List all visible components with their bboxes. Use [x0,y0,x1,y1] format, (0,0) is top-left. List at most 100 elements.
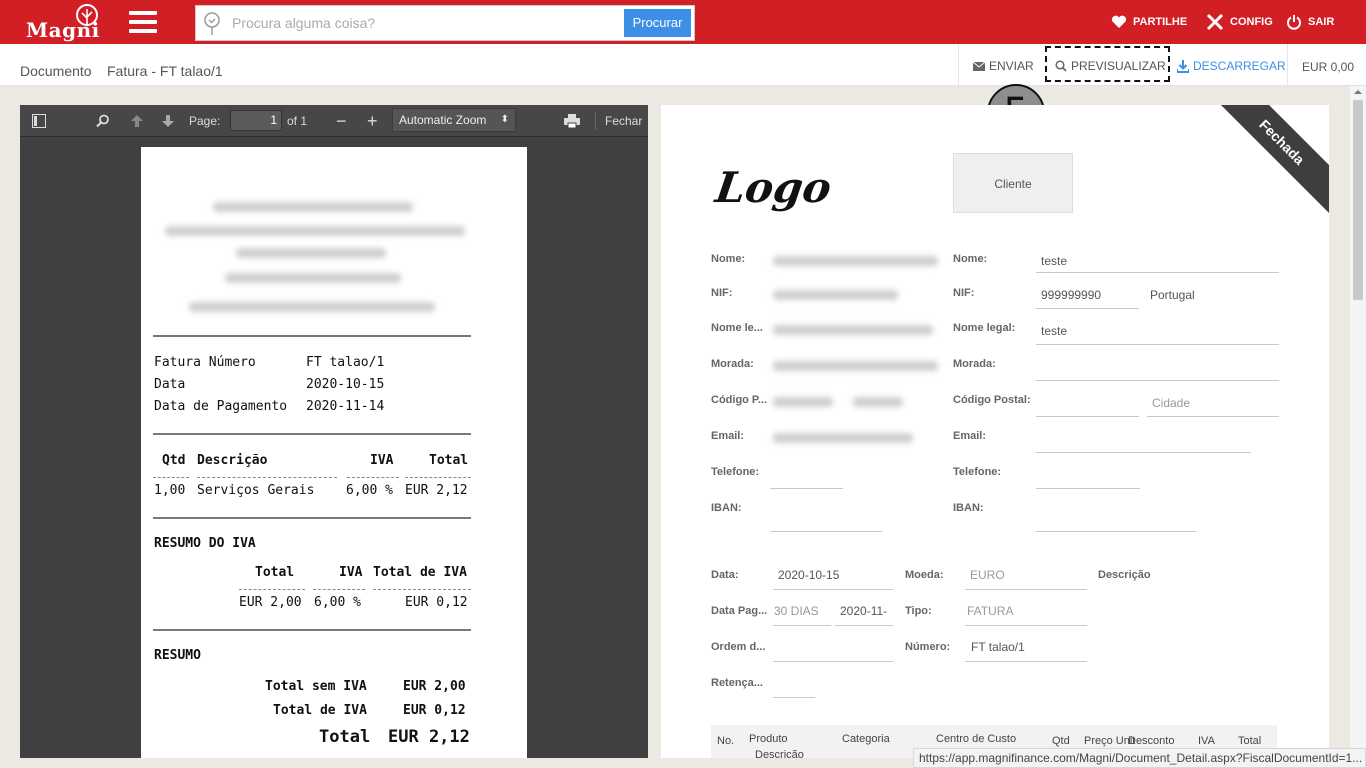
doc-number-label: Número: [905,641,951,653]
client-email-field[interactable] [1036,452,1251,453]
menu-icon[interactable] [129,11,157,33]
client-legal-name-value[interactable]: teste [1041,324,1067,338]
client-postal-field[interactable] [1036,416,1139,417]
client-name-value[interactable]: teste [1041,254,1067,268]
emitter-email-label: Email: [711,430,745,442]
zoom-select[interactable]: Automatic Zoom ⬍ [392,108,516,132]
breadcrumb-root[interactable]: Documento [20,63,92,79]
emitter-phone-label: Telefone: [711,466,760,478]
scroll-up-icon[interactable] [1350,86,1366,98]
receipt-vs-total-vat: Total de IVA [373,565,467,580]
share-link[interactable]: PARTILHE [1111,0,1187,44]
emitter-iban-field[interactable] [770,531,882,532]
receipt-invoice-value: FT talao/1 [306,355,385,370]
emitter-postal-label: Código P... [711,394,768,406]
receipt-payment-label: Data de Pagamento [154,399,288,414]
doc-pay-terms-value[interactable]: 30 DIAS [774,604,819,618]
sidebar-toggle-icon[interactable] [32,105,46,137]
doc-pay-date-label: Data Pag... [711,605,768,617]
receipt-date-label: Data [154,377,186,392]
client-email-label: Email: [953,430,987,442]
config-link[interactable]: CONFIG [1206,0,1273,44]
receipt-total-label: Total [319,727,371,747]
client-iban-field[interactable] [1036,531,1196,532]
th-category: Categoria [842,733,890,745]
client-address-field[interactable] [1036,380,1279,381]
receipt-invoice-label: Fatura Número [154,355,256,370]
receipt-line-total: EUR 2,12 [405,483,468,498]
receipt-total-value: EUR 2,12 [388,727,470,747]
client-nif-value[interactable]: 999999990 [1041,288,1101,302]
exit-label: SAIR [1308,16,1335,28]
power-icon [1287,15,1301,30]
select-arrows-icon: ⬍ [500,114,509,125]
client-postal-label: Código Postal: [953,394,1031,406]
receipt-vs-total-val: EUR 2,00 [239,595,302,610]
share-label: PARTILHE [1133,16,1188,28]
pdf-toolbar: Page: 1 of 1 − + Automatic Zoom ⬍ Fechar [20,105,648,137]
receipt-col-qty: Qtd [162,453,186,468]
next-page-icon[interactable] [161,105,175,137]
th-total: Total [1238,735,1262,747]
receipt-vs-total: Total [255,565,295,580]
scrollbar-thumb[interactable] [1353,100,1363,300]
receipt-vs-vat-val: 6,00 % [314,595,361,610]
doc-date-label: Data: [711,569,739,581]
receipt-payment-value: 2020-11-14 [306,399,385,414]
document-form: Fechada Logo Cliente Nome: NIF: Nome le.… [661,105,1329,758]
emitter-phone-field[interactable] [770,488,843,489]
emitter-address-label: Morada: [711,358,754,370]
company-logo: Logo [712,163,835,212]
exit-link[interactable]: SAIR [1286,0,1334,44]
client-logo-box[interactable]: Cliente [953,153,1073,213]
search-button[interactable]: Procurar [624,9,691,37]
th-vat: IVA [1198,735,1215,747]
zoom-value: Automatic Zoom [399,113,487,127]
doc-number-value[interactable]: FT talao/1 [971,640,1025,654]
receipt-vs-total-vat-val: EUR 0,12 [405,595,468,610]
client-city-field[interactable]: Cidade [1152,396,1190,410]
th-qty: Qtd [1052,735,1070,747]
previous-page-icon[interactable] [130,105,144,137]
doc-pay-date-value[interactable]: 2020-11- [840,604,887,618]
client-phone-label: Telefone: [953,466,1002,478]
receipt-no-vat-label: Total sem IVA [265,679,367,694]
zoom-in-icon[interactable]: + [367,105,378,137]
find-icon[interactable] [96,105,110,137]
th-description: Descrição [755,749,804,758]
tree-icon [76,4,98,26]
receipt-date-value: 2020-10-15 [306,377,385,392]
page-number-input[interactable]: 1 [230,110,282,131]
search-bar: Procurar [195,5,695,41]
page-scrollbar[interactable] [1350,86,1366,768]
breadcrumb-current: Fatura - FT talao/1 [107,63,223,79]
search-input[interactable] [232,10,612,36]
doc-order-field[interactable] [773,661,893,662]
receipt-line-vat: 6,00 % [346,483,393,498]
doc-type-value[interactable]: FATURA [967,604,1013,618]
receipt-no-vat-value: EUR 2,00 [403,679,466,694]
th-discount: Desconto [1128,735,1175,747]
zoom-out-icon[interactable]: − [336,105,347,137]
print-icon[interactable] [564,105,580,137]
download-button[interactable]: DESCARREGAR [1177,47,1286,85]
tools-icon [1206,13,1224,31]
doc-date-value[interactable]: 2020-10-15 [778,568,839,582]
doc-retention-field[interactable] [773,697,815,698]
doc-type-label: Tipo: [905,605,932,617]
close-pdf-button[interactable]: Fechar [605,105,642,137]
client-country-value[interactable]: Portugal [1150,288,1195,302]
doc-order-label: Ordem d... [711,641,766,653]
client-address-label: Morada: [953,358,996,370]
magni-logo[interactable]: Magni [24,4,100,42]
receipt-col-vat: IVA [370,453,394,468]
receipt-page: Fatura Número FT talao/1 Data 2020-10-15… [141,147,527,758]
download-label: DESCARREGAR [1193,59,1286,73]
th-no: No. [717,735,735,747]
client-phone-field[interactable] [1036,488,1140,489]
receipt-summary-title: RESUMO [154,648,201,663]
pdf-viewer: Page: 1 of 1 − + Automatic Zoom ⬍ Fechar… [20,105,648,758]
status-bar-url: https://app.magnifinance.com/Magni/Docum… [913,748,1366,768]
send-button[interactable]: ENVIAR [973,47,1034,85]
doc-currency-value[interactable]: EURO [970,568,1005,582]
